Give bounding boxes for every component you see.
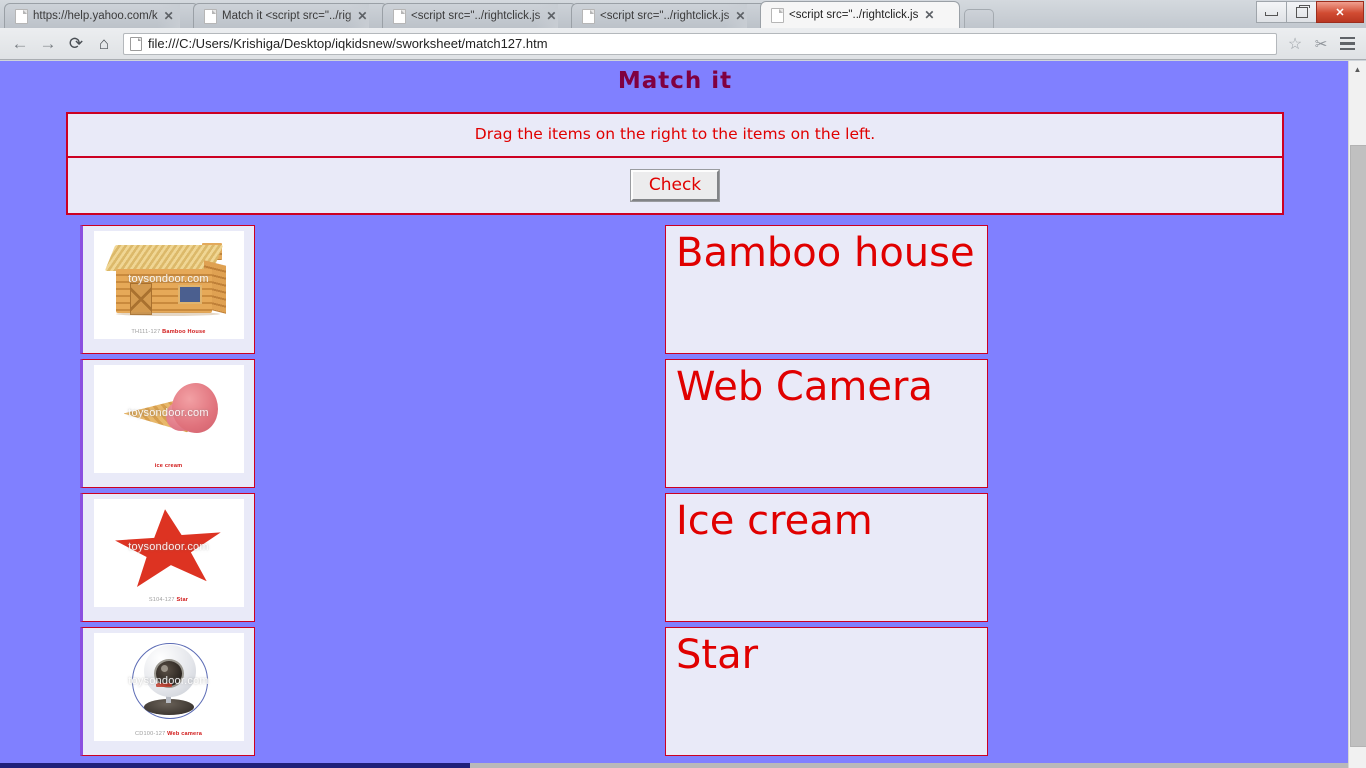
thumbnail: toysondoor.com CD100-127 Web camera	[93, 633, 244, 741]
scroll-up-arrow-icon[interactable]: ▲	[1349, 61, 1366, 78]
item-caption: ice cream	[154, 463, 183, 469]
page-favicon-icon	[393, 8, 406, 24]
picture-card-bamboo-house[interactable]: toysondoor.com TH111-127 Bamboo House	[80, 225, 255, 354]
picture-card-star[interactable]: toysondoor.com S104-127 Star	[80, 493, 255, 622]
check-panel: Check	[66, 157, 1284, 215]
house-icon	[94, 233, 244, 317]
worksheet-page: Match it Drag the items on the right to …	[0, 61, 1350, 768]
word-card-web-camera[interactable]: Web Camera	[665, 359, 988, 488]
tab-close-icon[interactable]: ✕	[924, 9, 934, 21]
word-card-star[interactable]: Star	[665, 627, 988, 756]
tab-close-icon[interactable]: ✕	[164, 10, 174, 22]
thumbnail-caption: ice cream	[94, 463, 244, 469]
restore-icon	[1295, 4, 1310, 18]
browser-tab-4[interactable]: <script src="../rightclick.js ✕	[571, 3, 766, 28]
hamburger-menu-icon[interactable]	[1334, 36, 1360, 51]
page-favicon-icon	[582, 8, 595, 24]
minimize-icon	[1265, 12, 1278, 16]
navigation-toolbar: ← → ⟳ ⌂ file:///C:/Users/Krishiga/Deskto…	[0, 28, 1366, 60]
word-label: Star	[676, 632, 759, 678]
star-icon	[94, 501, 244, 585]
web-camera-icon	[94, 635, 244, 719]
url-text: file:///C:/Users/Krishiga/Desktop/iqkids…	[148, 36, 548, 51]
close-window-button[interactable]: ✕	[1316, 1, 1364, 23]
browser-tab-5-active[interactable]: <script src="../rightclick.js ✕	[760, 1, 960, 28]
tab-title: <script src="../rightclick.js	[789, 9, 919, 21]
item-code: TH111-127	[131, 329, 163, 335]
tab-title: Match it <script src="../rig	[222, 10, 352, 22]
tab-close-icon[interactable]: ✕	[546, 10, 556, 22]
thumbnail: toysondoor.com ice cream	[93, 365, 244, 473]
tab-title: <script src="../rightclick.js	[411, 10, 541, 22]
address-bar[interactable]: file:///C:/Users/Krishiga/Desktop/iqkids…	[123, 32, 1277, 55]
page-favicon-icon	[771, 7, 784, 23]
browser-window: https://help.yahoo.com/k ✕ Match it <scr…	[0, 0, 1366, 768]
page-title: Match it	[617, 68, 733, 94]
picture-column: toysondoor.com TH111-127 Bamboo House to…	[80, 225, 255, 761]
page-favicon-icon	[15, 8, 28, 24]
page-document-icon	[130, 36, 142, 51]
word-card-bamboo-house[interactable]: Bamboo house	[665, 225, 988, 354]
word-card-ice-cream[interactable]: Ice cream	[665, 493, 988, 622]
vertical-scrollbar-thumb[interactable]	[1350, 145, 1366, 747]
scissors-icon[interactable]: ✂	[1308, 35, 1334, 53]
reload-button[interactable]: ⟳	[62, 31, 90, 57]
new-tab-button[interactable]	[964, 9, 994, 28]
thumbnail: toysondoor.com TH111-127 Bamboo House	[93, 231, 244, 339]
item-caption: Web camera	[167, 731, 203, 737]
item-code: CD100-127	[134, 731, 168, 737]
thumbnail-caption: CD100-127 Web camera	[94, 731, 244, 737]
ice-cream-cone-icon	[94, 367, 244, 451]
picture-card-ice-cream[interactable]: toysondoor.com ice cream	[80, 359, 255, 488]
item-code: S104-127	[148, 597, 177, 603]
instruction-text: Drag the items on the right to the items…	[474, 125, 876, 143]
back-button[interactable]: ←	[6, 31, 34, 57]
tab-title: https://help.yahoo.com/k	[33, 10, 158, 22]
word-label: Web Camera	[676, 364, 933, 410]
picture-card-web-camera[interactable]: toysondoor.com CD100-127 Web camera	[80, 627, 255, 756]
thumbnail-caption: S104-127 Star	[94, 597, 244, 603]
tab-close-icon[interactable]: ✕	[357, 10, 367, 22]
browser-tab-3[interactable]: <script src="../rightclick.js ✕	[382, 3, 577, 28]
minimize-button[interactable]	[1256, 1, 1287, 23]
word-label: Bamboo house	[676, 230, 975, 276]
forward-button[interactable]: →	[34, 31, 62, 57]
tab-strip: https://help.yahoo.com/k ✕ Match it <scr…	[0, 0, 1366, 28]
browser-tab-2[interactable]: Match it <script src="../rig ✕	[193, 3, 388, 28]
page-favicon-icon	[204, 8, 217, 24]
tab-title: <script src="../rightclick.js	[600, 10, 730, 22]
word-label: Ice cream	[676, 498, 873, 544]
window-controls: ✕	[1256, 1, 1364, 23]
vertical-scrollbar[interactable]: ▲	[1348, 61, 1366, 768]
home-button[interactable]: ⌂	[90, 31, 118, 57]
thumbnail-caption: TH111-127 Bamboo House	[94, 329, 244, 335]
matching-area: toysondoor.com TH111-127 Bamboo House to…	[0, 225, 1350, 765]
word-column: Bamboo house Web Camera Ice cream Star	[665, 225, 988, 761]
item-caption: Star	[176, 597, 189, 603]
restore-button[interactable]	[1286, 1, 1317, 23]
instruction-panel: Drag the items on the right to the items…	[66, 112, 1284, 157]
bookmark-star-icon[interactable]: ☆	[1282, 34, 1308, 54]
check-button[interactable]: Check	[629, 169, 721, 202]
horizontal-scrollbar[interactable]	[0, 763, 1349, 768]
horizontal-scrollbar-thumb[interactable]	[0, 763, 470, 768]
thumbnail: toysondoor.com S104-127 Star	[93, 499, 244, 607]
toolbar-right-group: ☆ ✂	[1282, 34, 1360, 54]
page-viewport: Match it Drag the items on the right to …	[0, 61, 1366, 768]
browser-tab-1[interactable]: https://help.yahoo.com/k ✕	[4, 3, 199, 28]
item-caption: Bamboo House	[162, 329, 206, 335]
tab-close-icon[interactable]: ✕	[735, 10, 745, 22]
worksheet-header: Drag the items on the right to the items…	[66, 112, 1284, 215]
